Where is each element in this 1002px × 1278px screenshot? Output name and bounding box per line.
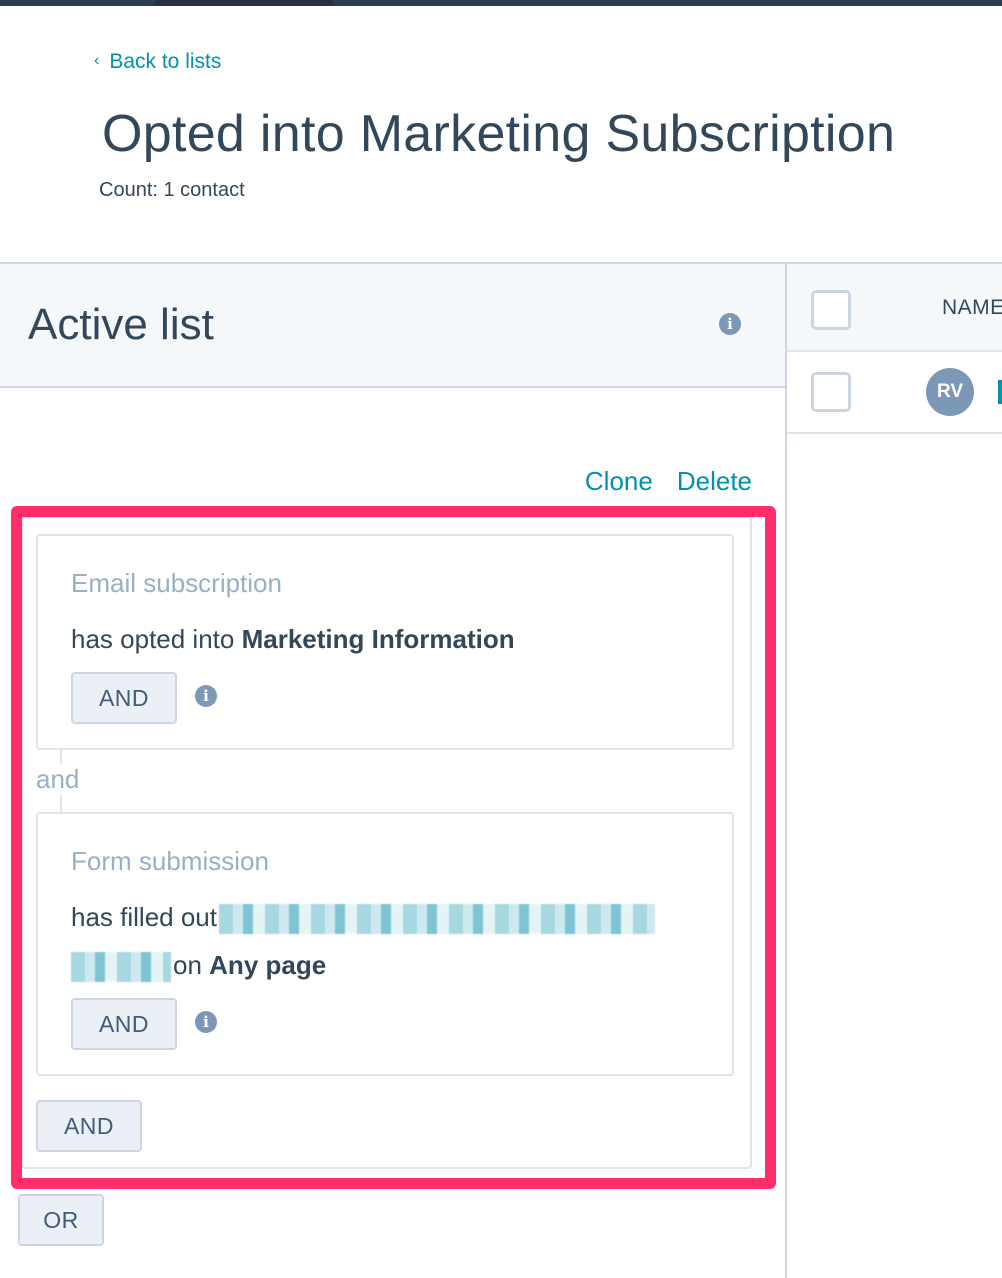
filter-group-actions: Clone Delete <box>585 466 752 497</box>
clone-link[interactable]: Clone <box>585 466 653 497</box>
chevron-left-icon: ‹ <box>94 52 100 69</box>
filter-card-form-submission[interactable]: Form submission has filled out on Any pa… <box>36 812 734 1076</box>
list-type-header: Active list i <box>0 262 785 388</box>
top-nav-active-segment[interactable] <box>154 0 334 6</box>
top-nav-bar <box>0 0 1002 6</box>
row-checkbox[interactable] <box>811 372 851 412</box>
contacts-table-header: NAME <box>787 262 1002 352</box>
table-row: RV <box>787 352 1002 434</box>
contact-name-link[interactable] <box>998 380 1002 404</box>
filter-type: Form submission <box>71 846 269 876</box>
avatar: RV <box>926 368 974 416</box>
list-type-title: Active list <box>28 300 214 349</box>
and-connector-label: and <box>36 764 82 795</box>
info-icon[interactable]: i <box>195 1011 217 1033</box>
column-header-name[interactable]: NAME <box>942 296 1002 320</box>
back-to-lists-label: Back to lists <box>109 50 222 73</box>
contact-count: Count: 1 contact <box>99 179 245 201</box>
add-and-filter-button[interactable]: AND <box>71 998 177 1050</box>
filter-description-suffix: on <box>173 950 210 980</box>
redacted-form-name <box>218 904 655 935</box>
info-icon[interactable]: i <box>719 313 741 335</box>
filter-description: has filled out <box>71 902 655 935</box>
filter-description-prefix: has filled out <box>71 902 217 932</box>
delete-link[interactable]: Delete <box>677 466 752 497</box>
filter-description-line-2: on Any page <box>71 950 327 983</box>
filter-description-value: Any page <box>209 950 327 980</box>
back-to-lists-link[interactable]: ‹ Back to lists <box>94 50 221 74</box>
add-and-filter-button[interactable]: AND <box>71 672 177 724</box>
filter-description-value: Marketing Information <box>241 624 515 654</box>
filter-type: Email subscription <box>71 568 282 598</box>
filter-description: has opted into Marketing Information <box>71 624 515 655</box>
page-title: Opted into Marketing Subscription <box>102 105 896 163</box>
filter-card-email-subscription[interactable]: Email subscription has opted into Market… <box>36 534 734 750</box>
filter-description-prefix: has opted into <box>71 624 242 654</box>
add-or-filter-group-button[interactable]: OR <box>18 1194 104 1246</box>
select-all-checkbox[interactable] <box>811 290 851 330</box>
info-icon[interactable]: i <box>195 685 217 707</box>
add-and-filter-group-button[interactable]: AND <box>36 1100 142 1152</box>
redacted-form-name <box>71 952 171 983</box>
